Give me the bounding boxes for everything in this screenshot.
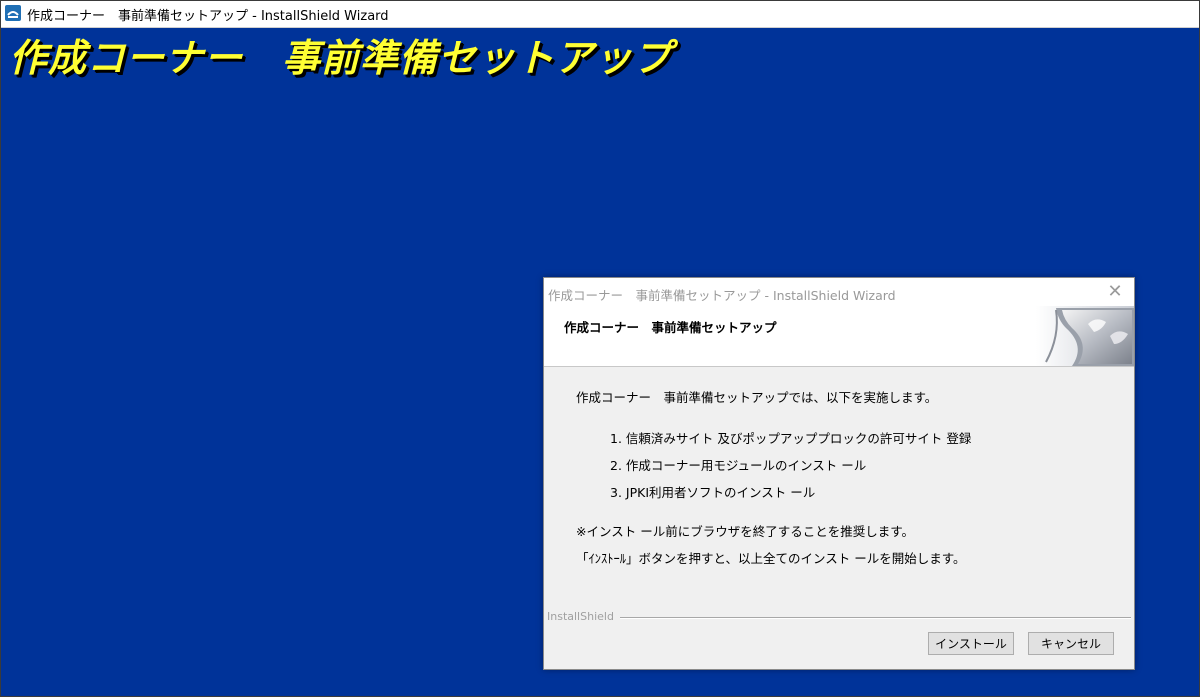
browser-note: ※インスト ール前にブラウザを終了することを推奨します。 (576, 524, 914, 539)
install-button[interactable]: インストール (928, 632, 1014, 655)
installshield-wizard-graphic (1036, 306, 1134, 366)
banner-title: 作成コーナー 事前準備セットアップ (9, 36, 673, 80)
step-item: 1. 信頼済みサイト 及びポップアッププロックの許可サイト 登録 (610, 431, 972, 446)
dialog-body: 作成コーナー 事前準備セットアップでは、以下を実施します。 1. 信頼済みサイト… (544, 367, 1134, 607)
dialog-title-bar[interactable]: 作成コーナー 事前準備セットアップ - InstallShield Wizard… (544, 278, 1134, 306)
installer-app-icon (5, 5, 21, 21)
step-item: 2. 作成コーナー用モジュールのインスト ール (610, 458, 867, 473)
footer-divider (547, 617, 1131, 619)
cancel-button[interactable]: キャンセル (1028, 632, 1114, 655)
installshield-brand: InstallShield (547, 610, 620, 623)
dialog-header: 作成コーナー 事前準備セットアップ (544, 306, 1134, 367)
outer-window-title: 作成コーナー 事前準備セットアップ - InstallShield Wizard (27, 9, 389, 24)
intro-text: 作成コーナー 事前準備セットアップでは、以下を実施します。 (576, 390, 938, 405)
install-note: 「ｲﾝｽﾄｰﾙ」ボタンを押すと、以上全てのインスト ールを開始します。 (576, 551, 966, 566)
installshield-dialog: 作成コーナー 事前準備セットアップ - InstallShield Wizard… (543, 277, 1135, 670)
outer-title-bar[interactable]: 作成コーナー 事前準備セットアップ - InstallShield Wizard (1, 1, 1199, 28)
close-icon: ✕ (1107, 281, 1123, 302)
step-item: 3. JPKI利用者ソフトのインスト ール (610, 485, 816, 500)
dialog-title: 作成コーナー 事前準備セットアップ - InstallShield Wizard (548, 288, 896, 303)
close-button[interactable]: ✕ (1104, 282, 1126, 302)
header-title: 作成コーナー 事前準備セットアップ (564, 320, 777, 335)
